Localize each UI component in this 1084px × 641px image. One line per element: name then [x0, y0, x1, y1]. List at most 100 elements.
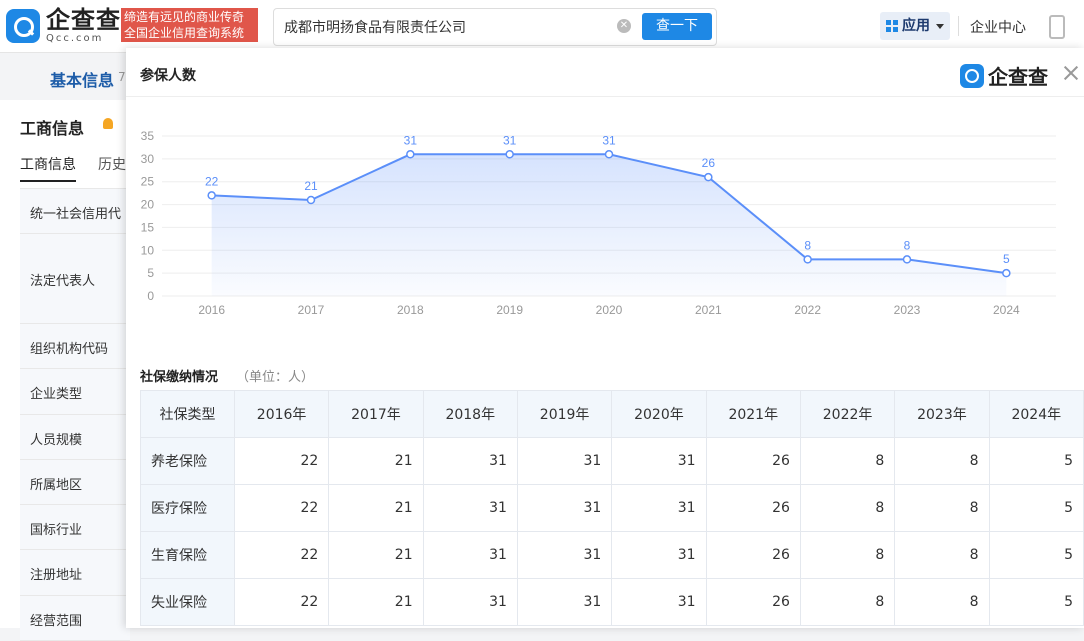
search-input[interactable]: 成都市明扬食品有限责任公司 — [284, 17, 466, 37]
column-header: 2017年 — [328, 390, 424, 438]
dialog-logo: 企查查 — [960, 61, 1048, 90]
x-tick-label: 2023 — [894, 303, 921, 317]
value-cell: 8 — [894, 484, 990, 532]
value-cell: 21 — [328, 484, 424, 532]
social-security-table: 社保类型 2016年 2017年 2018年 2019年 2020年 2021年… — [140, 390, 1084, 626]
data-point — [604, 150, 614, 159]
data-label: 31 — [404, 133, 418, 147]
header-divider — [958, 16, 959, 36]
value-cell: 31 — [516, 484, 613, 532]
search-box: 成都市明扬食品有限责任公司 ✕ 查一下 — [273, 8, 717, 46]
apps-grid-icon — [886, 20, 898, 32]
site-logo[interactable]: 企查查 Qcc.com — [6, 8, 121, 44]
info-row-label: 人员规模 — [30, 433, 83, 448]
info-row: 经营范围 — [20, 596, 130, 641]
data-label: 22 — [205, 174, 219, 188]
column-header: 2021年 — [705, 390, 801, 438]
info-row: 统一社会信用代 — [20, 189, 130, 234]
info-row-label: 法定代表人 — [30, 274, 96, 289]
logo-domain: Qcc.com — [46, 33, 104, 44]
value-cell: 22 — [233, 531, 330, 579]
value-cell: 22 — [233, 578, 330, 626]
logo-title: 企查查 — [46, 6, 121, 34]
column-header: 2024年 — [988, 390, 1084, 438]
x-tick-label: 2017 — [298, 303, 325, 317]
insured-count-dialog: 参保人数 企查查 0 5 10 15 20 25 30 35 2016 2017 2018 2019 2… — [126, 48, 1084, 628]
info-row-label: 组织机构代码 — [30, 342, 109, 357]
table-header-row: 社保类型 2016年 2017年 2018年 2019年 2020年 2021年… — [140, 390, 1084, 438]
data-point — [1002, 268, 1011, 278]
x-tick-label: 2020 — [596, 303, 623, 317]
value-cell: 21 — [328, 578, 424, 626]
data-label: 21 — [304, 179, 318, 193]
business-info-heading: 工商信息 — [20, 119, 85, 138]
value-cell: 31 — [516, 437, 613, 485]
tab-basic-info-count: 7 — [118, 70, 126, 84]
data-point — [207, 191, 216, 200]
info-row-label: 统一社会信用代 — [30, 207, 122, 222]
value-cell: 31 — [611, 484, 707, 532]
dialog-divider — [126, 96, 1084, 97]
dialog-title: 参保人数 — [140, 68, 196, 84]
insurance-type-cell: 养老保险 — [140, 437, 235, 485]
y-tick-label: 15 — [141, 220, 155, 234]
x-tick-label: 2024 — [993, 303, 1020, 317]
tab-history[interactable]: 历史 — [98, 154, 126, 174]
data-label: 31 — [503, 133, 517, 147]
y-tick-label: 35 — [141, 129, 155, 143]
value-cell: 31 — [516, 531, 613, 579]
y-tick-label: 20 — [141, 198, 155, 212]
info-row-label: 企业类型 — [30, 387, 83, 402]
value-cell: 26 — [705, 484, 801, 532]
search-button[interactable]: 查一下 — [642, 13, 712, 40]
apps-label: 应用 — [902, 18, 930, 34]
tab-basic-info[interactable]: 基本信息 — [50, 67, 114, 91]
enterprise-center-link[interactable]: 企业中心 — [970, 17, 1026, 37]
top-navbar: 企查查 Qcc.com 缔造有远见的商业传奇 全国企业信用查询系统 成都市明扬食… — [0, 0, 1084, 53]
tab-business-info[interactable]: 工商信息 — [20, 154, 76, 182]
data-point — [306, 195, 316, 205]
value-cell: 26 — [705, 578, 801, 626]
data-point — [902, 255, 912, 264]
business-info-table: 统一社会信用代 法定代表人 组织机构代码 企业类型 人员规模 所属地区 国标行业… — [20, 188, 130, 641]
value-cell: 5 — [988, 578, 1084, 626]
value-cell: 5 — [988, 484, 1084, 532]
close-icon[interactable] — [1062, 64, 1080, 82]
info-row-label: 国标行业 — [30, 523, 83, 538]
value-cell: 22 — [233, 484, 330, 532]
column-header: 2023年 — [894, 390, 990, 438]
insurance-type-cell: 生育保险 — [140, 531, 235, 579]
value-cell: 5 — [988, 437, 1084, 485]
value-cell: 8 — [799, 437, 896, 485]
value-cell: 31 — [611, 578, 707, 626]
value-cell: 31 — [422, 484, 518, 532]
clear-icon[interactable]: ✕ — [617, 19, 631, 33]
info-row: 人员规模 — [20, 415, 130, 460]
info-row: 注册地址 — [20, 550, 130, 596]
mobile-phone-icon[interactable] — [1049, 15, 1065, 39]
bell-icon[interactable] — [103, 118, 113, 129]
logo-icon — [960, 63, 984, 88]
data-label: 8 — [804, 238, 811, 252]
data-point — [406, 150, 415, 159]
slogan-line-1: 缔造有远见的商业传奇 — [124, 10, 245, 24]
y-tick-label: 0 — [147, 289, 154, 303]
column-header: 社保类型 — [140, 390, 235, 438]
info-row: 企业类型 — [20, 369, 130, 415]
social-security-unit: （单位：人） — [236, 370, 315, 385]
value-cell: 22 — [233, 437, 330, 485]
info-row: 所属地区 — [20, 460, 130, 505]
value-cell: 31 — [422, 437, 518, 485]
value-cell: 8 — [799, 578, 896, 626]
apps-menu-button[interactable]: 应用 — [880, 12, 950, 40]
value-cell: 21 — [328, 437, 424, 485]
value-cell: 8 — [894, 437, 990, 485]
info-row: 法定代表人 — [20, 234, 130, 324]
x-tick-label: 2018 — [397, 303, 424, 317]
value-cell: 8 — [894, 531, 990, 579]
table-row: 生育保险 22 21 31 31 31 26 8 8 5 — [140, 531, 1084, 579]
y-tick-label: 30 — [141, 152, 155, 166]
insurance-type-cell: 失业保险 — [140, 578, 235, 626]
data-label: 26 — [702, 156, 716, 170]
value-cell: 26 — [705, 437, 801, 485]
